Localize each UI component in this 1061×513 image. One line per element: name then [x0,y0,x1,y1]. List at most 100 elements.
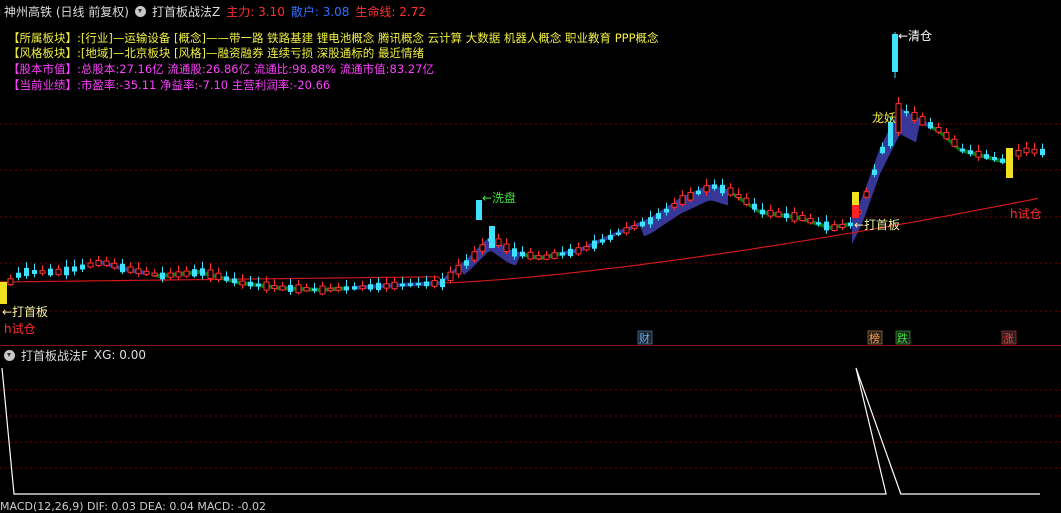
annotation-longyao: 龙妖 [872,111,896,125]
candle-body [720,184,725,194]
main-header: 神州高铁 (日线 前复权) 打首板战法Z 主力: 3.10 散户: 3.08 生… [0,0,426,22]
stock-title[interactable]: 神州高铁 (日线 前复权) [4,3,129,20]
candle-body [512,248,517,257]
candle-body [24,267,29,277]
candle-body [295,284,302,294]
candle-body [239,280,246,286]
candle-body [55,268,62,276]
candle-body [583,246,590,251]
candle-body [888,121,893,147]
candle-body [992,157,997,161]
indicator-panel[interactable]: 打首板战法F XG: 0.00 [0,346,1061,506]
event-badge-text: 涨 [1003,332,1014,345]
candle-body [568,248,573,256]
candle-body [416,283,421,286]
candle-body [687,191,694,201]
candle-body [327,287,334,292]
candle-body [183,270,190,277]
band-segment-down [732,191,848,230]
candle-body [344,286,349,291]
event-badge[interactable]: 财 [637,330,653,345]
candle-body [495,238,502,246]
lifeline [0,197,1039,284]
candle-body [799,214,806,222]
candle-body [32,270,37,274]
candle-body [319,285,326,295]
candle-body [895,103,902,133]
indicator-canvas[interactable] [0,346,1061,500]
annotation-shicang-left: h试仓 [4,321,36,336]
candle-body [48,268,53,276]
candle-body [608,234,613,240]
candle-body [368,284,373,290]
candle-body [560,252,565,256]
candle-body [135,268,142,275]
candle-body [80,264,85,270]
candle-body [200,268,205,276]
xg-series-line [1,367,1040,495]
dropdown-circle-icon-2[interactable] [4,349,15,361]
candle-body [192,269,197,277]
indicator-title[interactable]: 打首板战法F [21,347,88,364]
candle-body [752,203,757,210]
candle-body [39,270,46,274]
candle-body [391,281,398,290]
candle-body [831,224,838,231]
xg-readout: XG: 0.00 [93,348,147,362]
event-badge[interactable]: 跌 [895,330,911,345]
candle-body [928,122,933,129]
candle-body [616,232,621,235]
candle-body [975,150,982,158]
candle-body [1031,148,1038,154]
candle-body [359,285,366,290]
candle-body [440,278,445,288]
candle-body [232,278,237,284]
candle-body [256,283,261,287]
info-line-capital: 【股本市值】:总股本:27.16亿 流通股:26.86亿 流通比:98.88% … [8,62,434,76]
candle-body [1000,158,1005,163]
signal-candle-last [1006,148,1013,178]
event-badge[interactable]: 榜 [867,330,883,345]
candle-body [503,243,510,253]
candle-body [968,150,973,155]
annotation-xipan: ←洗盘 [482,190,516,205]
candle-body [592,240,597,249]
candle-body [600,239,605,243]
candle-body [527,251,534,260]
band-segment-up [560,184,728,256]
dropdown-circle-icon[interactable] [135,5,146,17]
indicator-name[interactable]: 打首板战法Z [152,3,220,20]
candle-body [623,227,630,234]
candle-body [791,212,798,222]
signal-candle-right-red [852,205,859,218]
candle-body [911,111,918,121]
candle-body [215,272,222,281]
event-badge[interactable]: 涨 [1001,330,1017,345]
indicator-header: 打首板战法F XG: 0.00 [0,346,146,364]
candle-body [120,263,125,273]
candle-body [167,272,174,278]
candle-body [784,213,789,218]
candle-body [640,221,645,227]
metric-sanhu: 散户: 3.08 [290,4,350,19]
candle-body [863,191,870,198]
candle-body [288,284,293,292]
annotation-qingcang: ←清仓 [898,29,932,43]
candle-body [160,272,165,280]
candle-body [64,266,69,276]
metric-shengmingxian: 生命线: 2.72 [355,4,427,19]
candle-body [103,260,110,266]
candle-body [303,287,310,292]
signal-candle-left [0,282,7,304]
candle-body [352,286,357,290]
candle-body [712,184,717,189]
candle-body [671,203,678,208]
candle-body [664,208,669,213]
candle-body [575,247,582,255]
candle-body [767,209,774,217]
candle-body [72,266,77,272]
candle-body [127,266,134,273]
main-chart-panel[interactable]: ←清仓 龙妖 ←洗盘 ←打首板 ←打首板 h试仓 h试仓财 榜 跌 涨 神州高铁 (日线 前复权)… [0,0,1061,345]
candle-body [312,288,317,291]
candle-body [816,222,821,225]
